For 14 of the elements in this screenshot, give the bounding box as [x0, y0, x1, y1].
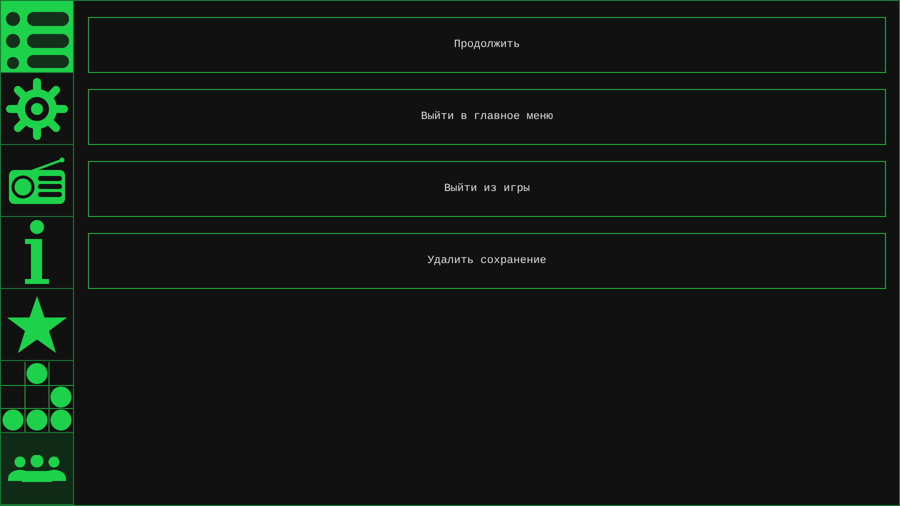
sidebar-tab[interactable]	[1, 361, 73, 433]
star-icon	[6, 294, 68, 354]
info-icon	[22, 220, 52, 286]
menu-button[interactable]: Выйти из игры	[88, 161, 886, 217]
sidebar-tab[interactable]	[1, 433, 73, 505]
menu-button[interactable]: Продолжить	[88, 17, 886, 73]
sidebar-tab[interactable]	[1, 217, 73, 289]
grid-icon	[1, 362, 73, 432]
sidebar-tab[interactable]	[1, 1, 73, 73]
radio-icon	[8, 156, 66, 204]
gear-icon	[4, 76, 70, 142]
people-icon	[8, 454, 66, 482]
menu-button[interactable]: Удалить сохранение	[88, 233, 886, 289]
menu-button[interactable]: Выйти в главное меню	[88, 89, 886, 145]
